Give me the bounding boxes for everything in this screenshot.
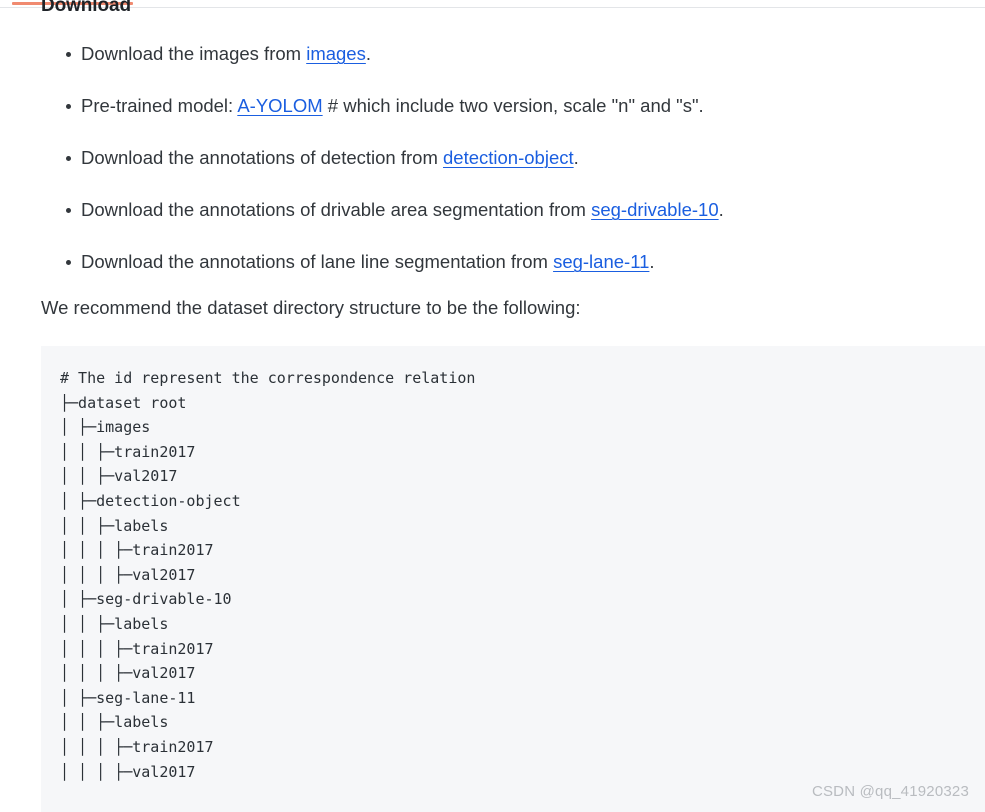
recommendation-paragraph: We recommend the dataset directory struc… — [41, 297, 581, 318]
page-title: Download — [41, 0, 131, 16]
list-item: Download the annotations of drivable are… — [0, 198, 945, 222]
code-block-content: # The id represent the correspondence re… — [60, 369, 476, 781]
list-item: Pre-trained model: A-YOLOM # which inclu… — [0, 94, 945, 118]
bullet-text-pre: Download the annotations of drivable are… — [81, 199, 592, 220]
link-seg-drivable-10[interactable]: seg-drivable-10 — [591, 199, 719, 220]
link-a-yolom[interactable]: A-YOLOM — [237, 95, 322, 116]
bullet-text-pre: Pre-trained model: — [81, 95, 238, 116]
csdn-watermark: CSDN @qq_41920323 — [811, 783, 969, 800]
link-detection-object[interactable]: detection-object — [443, 147, 574, 168]
list-item: Download the images from images. — [0, 42, 945, 66]
bullet-text-pre: Download the annotations of lane line se… — [81, 251, 554, 272]
list-item: Download the annotations of detection fr… — [0, 146, 945, 170]
bullet-text-post: . — [649, 251, 655, 272]
bullet-text-pre: Download the images from — [81, 43, 307, 64]
link-images[interactable]: images — [306, 43, 366, 64]
bullet-text-post: . — [718, 199, 724, 220]
top-divider — [0, 7, 985, 8]
bullet-text-pre: Download the annotations of detection fr… — [81, 147, 444, 168]
list-item: Download the annotations of lane line se… — [0, 250, 945, 274]
download-bullet-list: Download the images from images. Pre-tra… — [0, 42, 945, 302]
bullet-text-post: . — [365, 43, 371, 64]
bullet-text-post: . — [573, 147, 579, 168]
link-seg-lane-11[interactable]: seg-lane-11 — [553, 251, 649, 272]
directory-structure-code-block: # The id represent the correspondence re… — [41, 346, 985, 812]
bullet-text-post: # which include two version, scale "n" a… — [322, 95, 704, 116]
